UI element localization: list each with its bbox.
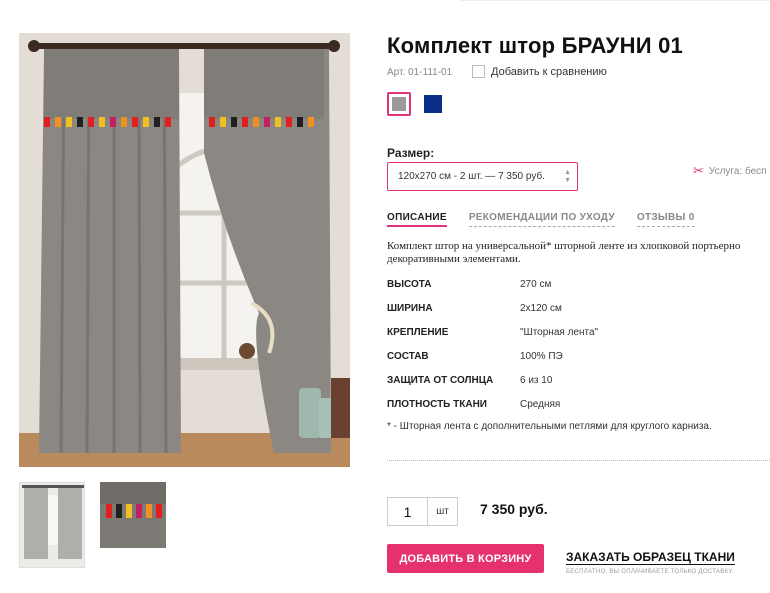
thumbnail-tassel-photo xyxy=(100,482,166,548)
product-main-image[interactable] xyxy=(19,33,350,467)
description-line: Комплект штор на универсальной* шторной … xyxy=(387,240,741,252)
service-link[interactable]: ✂ Услуга: бесп xyxy=(693,163,767,179)
product-tabs: ОПИСАНИЕ РЕКОМЕНДАЦИИ ПО УХОДУ ОТЗЫВЫ 0 xyxy=(387,212,717,227)
color-swatch-grey-fill xyxy=(392,97,406,111)
order-sample-note: БЕСПЛАТНО, ВЫ ОПЛАЧИВАЕТЕ ТОЛЬКО ДОСТАВК… xyxy=(566,569,734,575)
size-selected-value: 120x270 см - 2 шт. — 7 350 руб. xyxy=(398,171,545,182)
compare-checkbox[interactable] xyxy=(472,65,485,78)
spec-name: ВЫСОТА xyxy=(387,279,432,290)
product-thumbnail-1[interactable] xyxy=(19,482,85,568)
spec-value: Средняя xyxy=(520,399,561,410)
color-swatch-blue[interactable] xyxy=(421,92,445,116)
add-to-cart-button[interactable]: ДОБАВИТЬ В КОРЗИНУ xyxy=(387,544,544,573)
chevron-updown-icon: ▲ ▼ xyxy=(564,169,571,184)
spec-value: 270 см xyxy=(520,279,552,290)
spec-name: КРЕПЛЕНИЕ xyxy=(387,327,449,338)
compare-toggle[interactable]: Добавить к сравнению xyxy=(472,65,607,78)
spec-value: "Шторная лента" xyxy=(520,327,599,338)
product-title: Комплект штор БРАУНИ 01 xyxy=(387,33,683,58)
size-label: Размер: xyxy=(387,146,435,160)
product-thumbnail-2[interactable] xyxy=(100,482,166,548)
top-divider xyxy=(460,0,770,8)
spec-footnote: * - Шторная лента с дополнительными петл… xyxy=(387,421,712,432)
color-swatch-blue-fill xyxy=(424,95,442,113)
quantity-stepper[interactable]: 1 шт xyxy=(387,497,458,526)
spec-name: ШИРИНА xyxy=(387,303,433,314)
spec-name: ПЛОТНОСТЬ ТКАНИ xyxy=(387,399,487,410)
tab-care[interactable]: РЕКОМЕНДАЦИИ ПО УХОДУ xyxy=(468,212,615,227)
scissors-icon: ✂ xyxy=(693,163,704,178)
spec-name: СОСТАВ xyxy=(387,351,429,362)
thumbnail-curtain-photo xyxy=(20,483,84,567)
size-select[interactable]: 120x270 см - 2 шт. — 7 350 руб. ▲ ▼ xyxy=(387,162,578,191)
spec-value: 6 из 10 xyxy=(520,375,553,386)
product-description: Комплект штор на универсальной* шторной … xyxy=(387,240,770,266)
spec-value: 100% ПЭ xyxy=(520,351,563,362)
compare-label: Добавить к сравнению xyxy=(491,65,607,78)
section-divider xyxy=(387,460,770,461)
spec-value: 2x120 см xyxy=(520,303,562,314)
curtain-photo xyxy=(19,33,350,467)
tab-description[interactable]: ОПИСАНИЕ xyxy=(387,212,447,227)
quantity-input[interactable]: 1 xyxy=(388,498,428,525)
service-label: Услуга: бесп xyxy=(708,165,767,177)
product-sku: Арт. 01-111-01 xyxy=(387,67,453,78)
description-line: декоративными элементами. xyxy=(387,253,521,265)
order-sample-link[interactable]: ЗАКАЗАТЬ ОБРАЗЕЦ ТКАНИ xyxy=(566,550,735,565)
tab-reviews[interactable]: ОТЗЫВЫ 0 xyxy=(636,212,695,227)
quantity-unit: шт xyxy=(436,506,449,517)
product-price: 7 350 руб. xyxy=(480,501,548,517)
spec-name: ЗАЩИТА ОТ СОЛНЦА xyxy=(387,375,494,386)
color-swatch-grey[interactable] xyxy=(387,92,411,116)
